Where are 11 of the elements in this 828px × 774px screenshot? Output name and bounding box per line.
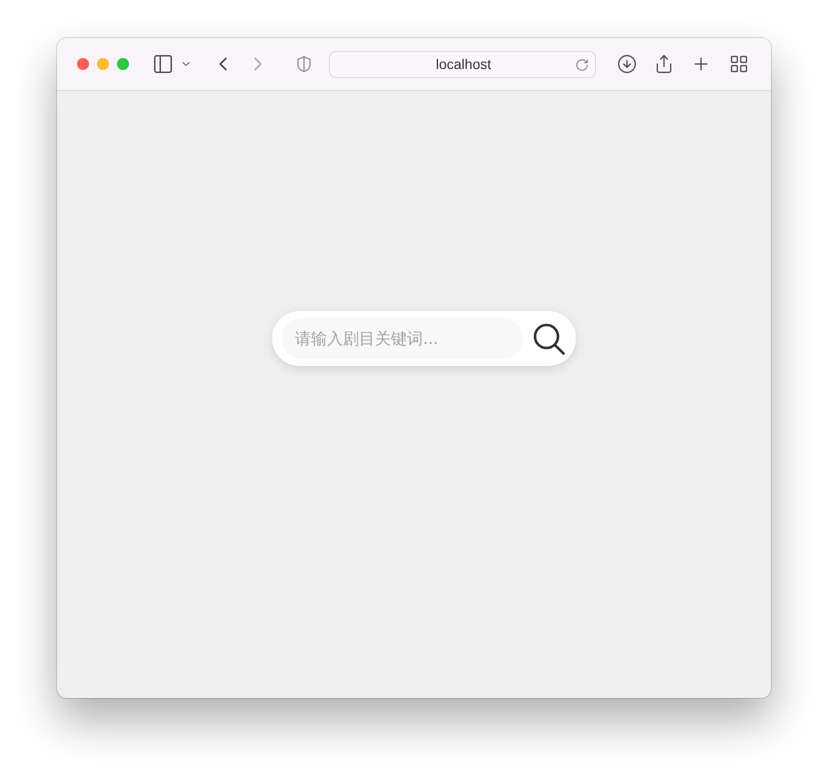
reload-icon[interactable] xyxy=(575,58,589,72)
share-icon[interactable] xyxy=(654,54,674,74)
shield-icon[interactable] xyxy=(295,55,313,73)
window-close-icon[interactable] xyxy=(77,58,89,70)
download-icon[interactable] xyxy=(617,54,637,74)
url-text: localhost xyxy=(436,56,492,72)
sidebar-icon[interactable] xyxy=(152,53,174,75)
address-bar[interactable]: localhost xyxy=(329,50,596,78)
tab-overview-icon[interactable] xyxy=(729,54,749,74)
search-field[interactable]: 请输入剧目关键词... xyxy=(282,318,523,359)
search-icon[interactable] xyxy=(533,322,565,354)
